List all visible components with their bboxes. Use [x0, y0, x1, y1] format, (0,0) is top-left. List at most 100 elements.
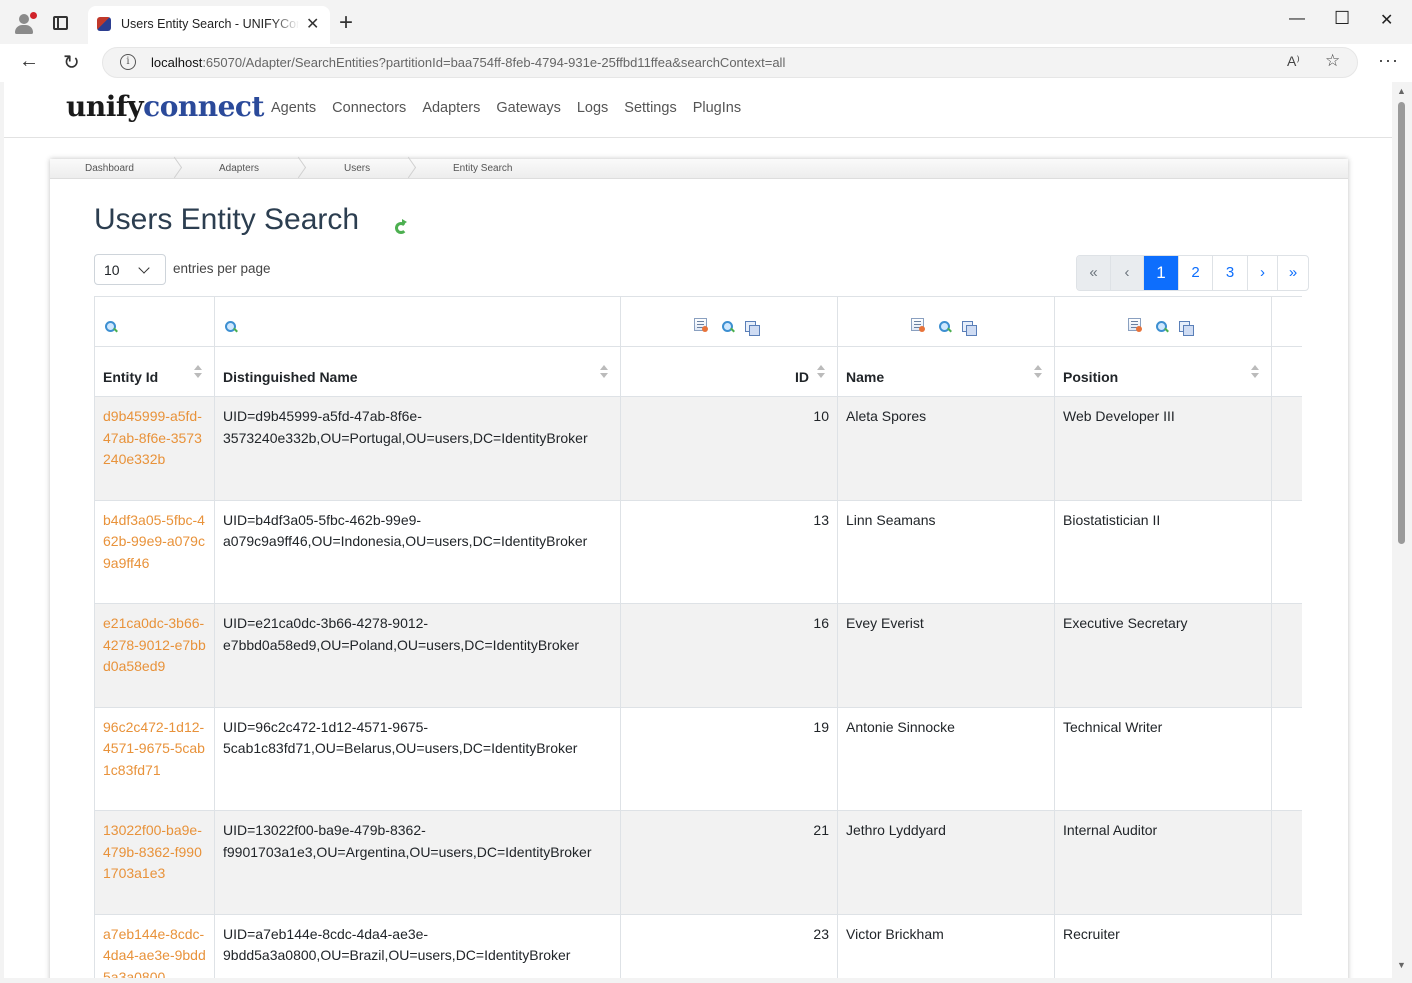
sort-icon[interactable]	[1251, 365, 1259, 381]
pagination-page-2[interactable]: 2	[1178, 256, 1212, 290]
pagination-first[interactable]: «	[1077, 256, 1110, 290]
cell-entity-id: e21ca0dc-3b66-4278-9012-e7bbd0a58ed9	[94, 603, 215, 708]
column-header-dn[interactable]: Distinguished Name	[214, 346, 621, 397]
search-icon[interactable]	[722, 321, 734, 333]
entity-id-link[interactable]: 96c2c472-1d12-4571-9675-5cab1c83fd71	[103, 717, 206, 782]
pagination-prev[interactable]: ‹	[1110, 256, 1143, 290]
search-icon[interactable]	[939, 321, 951, 333]
cell-extra	[1271, 913, 1302, 978]
filter-cell-dn	[214, 296, 621, 347]
breadcrumb-dashboard[interactable]: Dashboard	[85, 163, 134, 174]
filter-icon[interactable]	[911, 318, 925, 332]
column-header-extra	[1271, 346, 1302, 397]
cell-name: Evey Everist	[837, 603, 1055, 708]
search-icon[interactable]	[225, 321, 237, 333]
entity-id-link[interactable]: b4df3a05-5fbc-462b-99e9-a079c9a9ff46	[103, 510, 206, 575]
cell-dn: UID=d9b45999-a5fd-47ab-8f6e-3573240e332b…	[214, 396, 621, 501]
cell-name: Antonie Sinnocke	[837, 706, 1055, 811]
column-header-name[interactable]: Name	[837, 346, 1055, 397]
menu-item-adapters[interactable]: Adapters	[422, 100, 480, 116]
page-viewport: unifyconnect Agents Connectors Adapters …	[4, 82, 1392, 978]
browser-toolbar: ← ↻ i localhost:65070/Adapter/SearchEnti…	[0, 44, 1412, 82]
favorite-star-icon[interactable]: ☆	[1325, 51, 1340, 71]
filter-icon[interactable]	[694, 318, 708, 332]
tab-actions-icon[interactable]	[53, 16, 68, 30]
back-button[interactable]: ←	[19, 50, 39, 73]
column-header-id[interactable]: ID	[620, 346, 838, 397]
entity-table-wrapper[interactable]: Entity Id Distinguished Name ID Name Pos…	[94, 296, 1302, 978]
page-title: Users Entity Search	[94, 203, 360, 236]
breadcrumb: Dashboard Adapters Users Entity Search	[50, 159, 1348, 179]
unifyconnect-logo[interactable]: unifyconnect	[66, 90, 264, 123]
scroll-up-icon[interactable]: ▲	[1397, 86, 1406, 96]
search-icon[interactable]	[105, 321, 117, 333]
pagination-page-1[interactable]: 1	[1143, 256, 1178, 290]
column-header-position[interactable]: Position	[1054, 346, 1272, 397]
app-navbar: unifyconnect Agents Connectors Adapters …	[4, 82, 1392, 138]
menu-item-settings[interactable]: Settings	[624, 100, 676, 116]
menu-item-connectors[interactable]: Connectors	[332, 100, 406, 116]
refresh-icon[interactable]	[395, 219, 407, 234]
tab-close-icon[interactable]: ✕	[306, 14, 319, 34]
entity-id-link[interactable]: a7eb144e-8cdc-4da4-ae3e-9bdd5a3a0800	[103, 924, 206, 979]
copy-icon[interactable]	[745, 321, 760, 336]
pagination-page-3[interactable]: 3	[1212, 256, 1247, 290]
sort-icon[interactable]	[600, 365, 608, 381]
filter-cell-extra	[1271, 296, 1302, 347]
site-info-icon[interactable]: i	[120, 54, 136, 70]
menu-item-plugins[interactable]: PlugIns	[693, 100, 741, 116]
menu-item-gateways[interactable]: Gateways	[496, 100, 560, 116]
entity-id-link[interactable]: e21ca0dc-3b66-4278-9012-e7bbd0a58ed9	[103, 613, 206, 678]
pagination-last[interactable]: »	[1277, 256, 1308, 290]
page-scrollbar[interactable]: ▲ ▼	[1392, 82, 1412, 978]
scrollbar-thumb[interactable]	[1398, 102, 1405, 544]
breadcrumb-users[interactable]: Users	[344, 163, 370, 174]
browser-menu-icon[interactable]: ···	[1378, 50, 1399, 71]
new-tab-button[interactable]: +	[339, 9, 353, 37]
search-icon[interactable]	[1156, 321, 1168, 333]
cell-dn: UID=b4df3a05-5fbc-462b-99e9-a079c9a9ff46…	[214, 499, 621, 604]
cell-id: 19	[620, 706, 838, 811]
breadcrumb-adapters[interactable]: Adapters	[219, 163, 259, 174]
filter-cell-name	[837, 296, 1055, 347]
cell-extra	[1271, 706, 1302, 811]
sort-icon[interactable]	[194, 365, 202, 381]
close-window-button[interactable]: ✕	[1380, 10, 1393, 30]
cell-entity-id: d9b45999-a5fd-47ab-8f6e-3573240e332b	[94, 396, 215, 501]
table-row: d9b45999-a5fd-47ab-8f6e-3573240e332b UID…	[94, 396, 1302, 501]
menu-item-agents[interactable]: Agents	[271, 100, 316, 116]
filter-icon[interactable]	[1128, 318, 1142, 332]
pagination-next[interactable]: ›	[1247, 256, 1277, 290]
cell-entity-id: a7eb144e-8cdc-4da4-ae3e-9bdd5a3a0800	[94, 913, 215, 979]
cell-name: Jethro Lyddyard	[837, 810, 1055, 915]
table-row: a7eb144e-8cdc-4da4-ae3e-9bdd5a3a0800 UID…	[94, 913, 1302, 979]
breadcrumb-separator	[168, 159, 182, 179]
cell-entity-id: b4df3a05-5fbc-462b-99e9-a079c9a9ff46	[94, 499, 215, 604]
copy-icon[interactable]	[962, 321, 977, 336]
entity-id-link[interactable]: d9b45999-a5fd-47ab-8f6e-3573240e332b	[103, 406, 206, 471]
filter-cell-entity-id	[94, 296, 215, 347]
favicon-icon	[97, 17, 111, 31]
chevron-down-icon	[138, 262, 150, 274]
maximize-button[interactable]: ☐	[1334, 8, 1350, 29]
entries-per-page-select[interactable]: 10	[94, 254, 166, 285]
menu-item-logs[interactable]: Logs	[577, 100, 608, 116]
browser-tab[interactable]: Users Entity Search - UNIFYConnect ✕	[88, 6, 330, 44]
column-header-entity-id[interactable]: Entity Id	[94, 346, 215, 397]
cell-id: 10	[620, 396, 838, 501]
address-bar[interactable]: i localhost:65070/Adapter/SearchEntities…	[102, 47, 1358, 78]
read-aloud-icon[interactable]: A⁾	[1287, 53, 1300, 70]
cell-name: Linn Seamans	[837, 499, 1055, 604]
minimize-button[interactable]: —	[1289, 10, 1305, 28]
filter-row	[94, 296, 1302, 347]
sort-icon[interactable]	[1034, 365, 1042, 381]
breadcrumb-separator	[402, 159, 416, 179]
profile-avatar-icon[interactable]	[14, 12, 37, 34]
scroll-down-icon[interactable]: ▼	[1397, 960, 1406, 970]
entity-id-link[interactable]: 13022f00-ba9e-479b-8362-f9901703a1e3	[103, 820, 206, 885]
reload-button[interactable]: ↻	[63, 50, 80, 75]
copy-icon[interactable]	[1179, 321, 1194, 336]
sort-icon[interactable]	[817, 365, 825, 381]
url-text[interactable]: localhost:65070/Adapter/SearchEntities?p…	[151, 55, 785, 70]
cell-entity-id: 13022f00-ba9e-479b-8362-f9901703a1e3	[94, 810, 215, 915]
